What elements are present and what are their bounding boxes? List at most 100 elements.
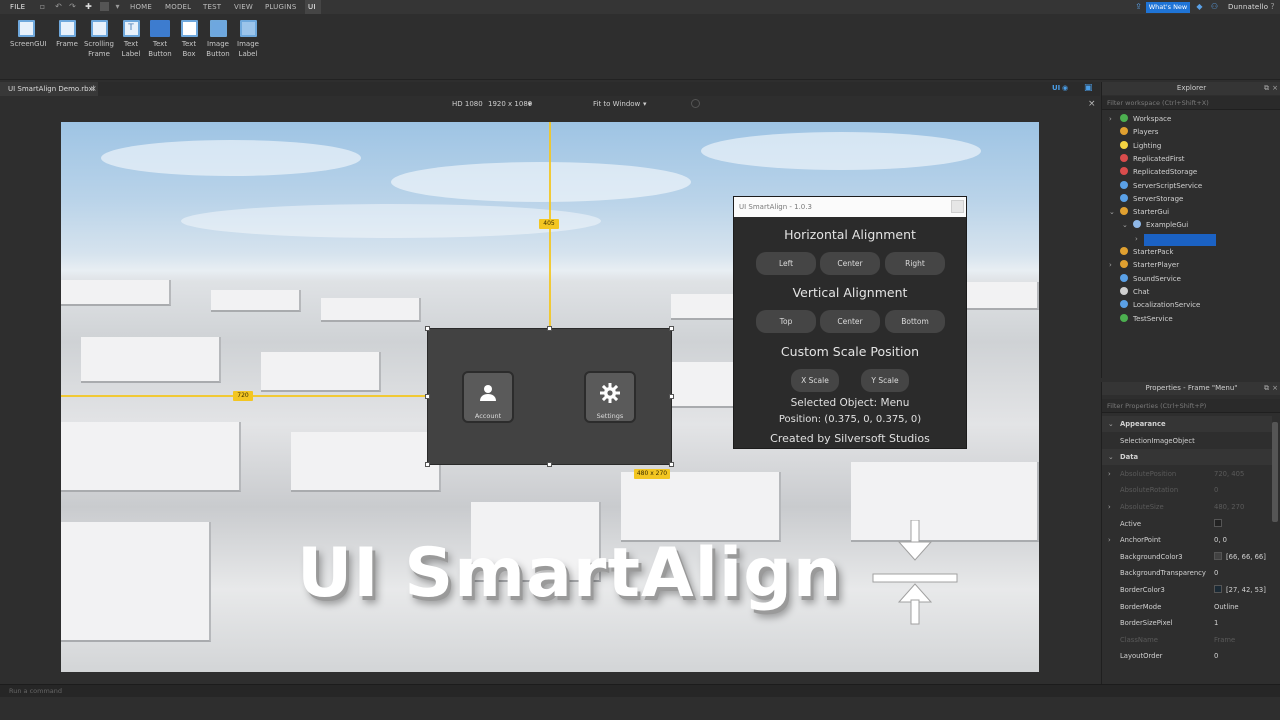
tab-view[interactable]: VIEW [234,3,253,11]
property-row[interactable]: BorderMode Outline [1102,599,1272,615]
explorer-item[interactable]: ⌄ ExampleGui [1122,219,1188,232]
property-row[interactable]: ClassName Frame [1102,632,1272,648]
eye-icon[interactable]: ◉ [1062,84,1068,92]
property-value[interactable]: 0, 0 [1214,532,1227,548]
document-tab[interactable]: UI SmartAlign Demo.rbxl × [0,82,98,96]
resize-handle[interactable] [425,462,430,467]
property-value[interactable]: 480, 270 [1214,499,1244,515]
frame-button[interactable]: Frame [51,20,83,50]
expand-arrow-icon[interactable]: › [1109,259,1115,272]
command-bar[interactable]: Run a command [0,684,1280,697]
resize-handle[interactable] [547,462,552,467]
explorer-item[interactable]: Lighting [1120,140,1161,153]
align-top-button[interactable]: Top [756,310,816,333]
tab-test[interactable]: TEST [203,3,221,11]
ui-toggle[interactable]: UI [1052,84,1060,92]
close-icon[interactable]: × [1272,82,1278,95]
close-tab-icon[interactable]: × [90,84,97,93]
property-value[interactable]: 0 [1214,482,1218,498]
rotate-icon[interactable] [691,99,700,108]
expand-arrow-icon[interactable]: › [1109,113,1115,126]
widget-titlebar[interactable]: UI SmartAlign - 1.0.3 [734,197,966,217]
resize-handle[interactable] [425,394,430,399]
dropdown-icon[interactable]: ▾ [113,2,122,11]
fit-select[interactable]: Fit to Window [593,100,640,108]
notification-icon[interactable]: ◆ [1195,2,1204,11]
menu-frame[interactable]: Account Settings [425,326,674,467]
property-category[interactable]: ⌄ Data [1102,449,1272,466]
y-scale-button[interactable]: Y Scale [861,369,909,392]
text-box-button[interactable]: Text Box [173,20,205,59]
file-menu[interactable]: FILE [10,3,25,11]
property-row[interactable]: › AnchorPoint 0, 0 [1102,532,1272,548]
property-value[interactable]: Outline [1214,599,1239,615]
close-emulator-icon[interactable]: × [1088,99,1096,109]
share-icon[interactable]: ⇪ [1134,2,1143,11]
explorer-item[interactable]: SoundService [1120,273,1181,286]
explorer-item[interactable]: ⌄ StarterGui [1109,206,1169,219]
property-row[interactable]: BackgroundTransparency 0 [1102,565,1272,581]
redo-icon[interactable]: ↷ [68,2,77,11]
explorer-item[interactable]: › StarterPlayer [1109,259,1179,272]
close-icon[interactable]: × [1272,382,1278,395]
active-checkbox[interactable] [1214,518,1222,527]
undo-icon[interactable]: ↶ [54,2,63,11]
tab-home[interactable]: HOME [130,3,152,11]
explorer-item[interactable]: Chat [1120,286,1149,299]
property-value[interactable]: 1 [1214,615,1218,631]
image-button-button[interactable]: Image Button [202,20,234,59]
explorer-item[interactable]: StarterPack [1120,246,1173,259]
expand-arrow-icon[interactable]: ⌄ [1108,449,1114,465]
chevron-down-icon[interactable]: ▾ [643,100,647,108]
explorer-item[interactable]: › Workspace [1109,113,1171,126]
whats-new-button[interactable]: What's New [1146,2,1190,13]
screengui-button[interactable]: ScreenGUI [10,20,47,50]
device-select[interactable]: HD 1080 [452,100,483,108]
color-swatch[interactable] [1214,551,1222,560]
property-value[interactable]: [66, 66, 66] [1214,549,1266,565]
chevron-down-icon[interactable]: ▾ [528,100,532,108]
username[interactable]: Dunnatello [1228,3,1268,11]
resize-handle[interactable] [547,326,552,331]
property-value[interactable]: 0 [1214,565,1218,581]
align-vcenter-button[interactable]: Center [820,310,880,333]
expand-arrow-icon[interactable]: ⌄ [1122,219,1128,232]
align-hcenter-button[interactable]: Center [820,252,880,275]
account-button[interactable]: Account [462,371,514,423]
publish-icon[interactable]: ✚ [84,2,93,11]
resolution-select[interactable]: 1920 x 1080 [488,100,532,108]
expand-arrow-icon[interactable]: ⌄ [1108,416,1114,432]
x-scale-button[interactable]: X Scale [791,369,839,392]
explorer-item[interactable]: ServerStorage [1120,193,1183,206]
align-left-button[interactable]: Left [756,252,816,275]
new-file-icon[interactable]: ▫ [38,2,47,11]
resize-handle[interactable] [669,326,674,331]
property-row[interactable]: Active [1102,516,1272,532]
resize-handle[interactable] [669,394,674,399]
text-label-button[interactable]: T Text Label [115,20,147,59]
scrolling-frame-button[interactable]: Scrolling Frame [83,20,115,59]
property-row[interactable]: BorderColor3 [27, 42, 53] [1102,582,1272,598]
help-icon[interactable]: ? [1268,2,1277,11]
resize-handle[interactable] [669,462,674,467]
toolbar-square-icon[interactable] [100,2,109,11]
emulator-icon[interactable]: ▣ [1084,83,1093,93]
property-row[interactable]: SelectionImageObject [1102,433,1272,449]
tab-ui[interactable]: UI [305,0,321,14]
explorer-filter-input[interactable]: Filter workspace (Ctrl+Shift+X) [1102,96,1280,110]
dock-icon[interactable]: ⧉ [1264,82,1269,95]
properties-scrollbar[interactable] [1272,422,1278,522]
explorer-item[interactable]: Players [1120,126,1158,139]
align-bottom-button[interactable]: Bottom [885,310,945,333]
property-row[interactable]: › AbsoluteSize 480, 270 [1102,499,1272,515]
explorer-item[interactable]: ServerScriptService [1120,180,1202,193]
explorer-item[interactable]: ReplicatedFirst [1120,153,1185,166]
property-value[interactable]: 720, 405 [1214,466,1244,482]
explorer-item[interactable]: ReplicatedStorage [1120,166,1197,179]
expand-arrow-icon[interactable]: ⌄ [1109,206,1115,219]
expand-arrow-icon[interactable]: › [1108,499,1111,515]
property-row[interactable]: LayoutOrder 0 [1102,648,1272,664]
text-button-button[interactable]: Text Button [144,20,176,59]
property-row[interactable]: AbsoluteRotation 0 [1102,482,1272,498]
tab-model[interactable]: MODEL [165,3,191,11]
